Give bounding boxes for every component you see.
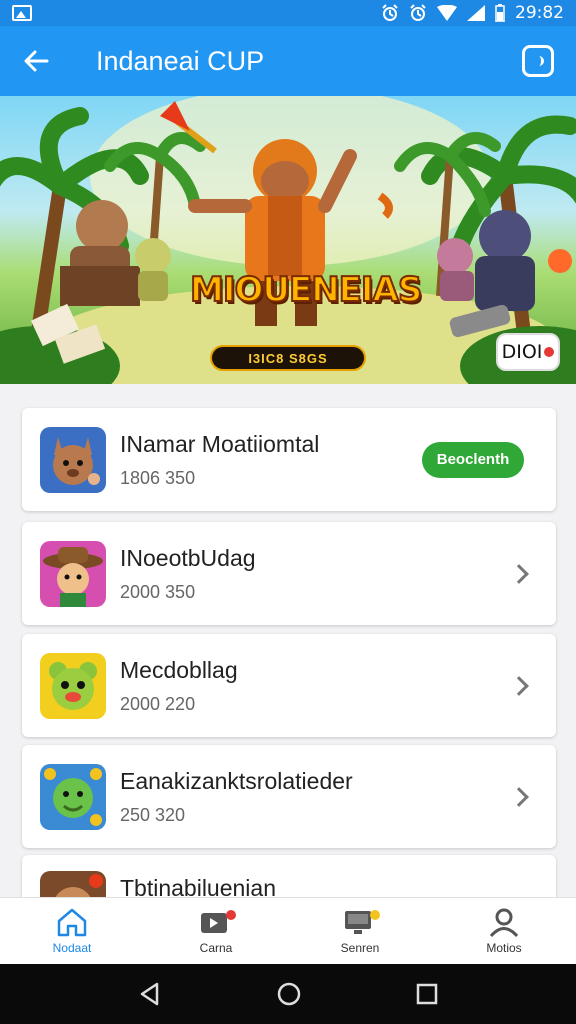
bear-icon	[40, 652, 106, 719]
signal-icon	[467, 5, 485, 21]
kangaroo-icon	[40, 426, 106, 493]
featured-banner[interactable]: MIOUENEIAS	[0, 96, 576, 384]
nav-item-monitor[interactable]: Senren	[288, 898, 432, 964]
gallery-icon	[12, 5, 32, 21]
wifi-icon	[437, 5, 457, 21]
banner-badge: DIOI	[496, 333, 560, 371]
game-stats: 1806 350	[120, 467, 196, 488]
banner-artwork	[0, 96, 576, 384]
app-bar: Indaneai CUP	[0, 26, 576, 96]
game-stats: 2000 220	[120, 693, 196, 714]
chevron-right-icon[interactable]	[509, 675, 529, 696]
nav-label: Motios	[486, 941, 522, 955]
back-button[interactable]	[6, 26, 66, 96]
back-triangle-icon[interactable]	[137, 981, 163, 1007]
game-name: Tbtinabiluenian	[120, 875, 277, 897]
alarm-icon	[410, 4, 426, 21]
status-bar: 29:82	[0, 0, 576, 26]
game-name: Eanakizanktsrolatieder	[120, 767, 353, 794]
square-action-icon[interactable]	[522, 45, 554, 77]
page-title: Indaneai CUP	[96, 45, 265, 76]
system-nav-bar	[0, 964, 576, 1024]
nav-label: Carna	[199, 941, 233, 955]
profile-icon	[489, 908, 519, 937]
game-name: Mecdobllag	[120, 656, 238, 683]
battery-icon	[495, 4, 505, 22]
list-item[interactable]: INoeotbUdag 2000 350	[22, 522, 556, 625]
notification-badge-icon	[370, 910, 380, 920]
nav-label: Senren	[340, 941, 380, 955]
back-arrow-icon	[24, 50, 49, 72]
home-icon	[57, 908, 87, 937]
game-name: INoeotbUdag	[120, 544, 256, 571]
list-item[interactable]: Eanakizanktsrolatieder 250 320	[22, 745, 556, 848]
chevron-right-icon[interactable]	[509, 563, 529, 584]
game-action-button[interactable]: Beoclenth	[422, 441, 524, 478]
bottom-nav: Nodaat Carna Senren Motios	[0, 897, 576, 964]
notification-badge-icon	[226, 910, 236, 920]
recents-square-icon[interactable]	[415, 982, 439, 1006]
alarm-icon	[382, 4, 398, 21]
status-icons: 29:82	[381, 3, 564, 23]
home-circle-icon[interactable]	[276, 981, 302, 1007]
cowboy-icon	[40, 540, 106, 607]
game-stats: 2000 350	[120, 581, 196, 602]
nav-item-profile[interactable]: Motios	[432, 898, 576, 964]
chevron-right-icon[interactable]	[509, 786, 529, 807]
game-name: INamar Moatiiomtal	[120, 430, 320, 457]
banner-pill[interactable]: I3IC8 S8GS	[210, 345, 366, 371]
list-item[interactable]: Tbtinabiluenian	[22, 855, 556, 897]
game-stats: 250 320	[120, 804, 186, 825]
nav-item-games[interactable]: Carna	[144, 898, 288, 964]
status-time: 29:82	[515, 3, 564, 23]
warrior-icon	[40, 871, 106, 897]
nav-label: Nodaat	[52, 941, 92, 955]
list-item[interactable]: Mecdobllag 2000 220	[22, 634, 556, 737]
banner-logo: MIOUENEIAS	[189, 269, 423, 311]
badge-dot-icon	[544, 347, 555, 357]
nav-item-home[interactable]: Nodaat	[0, 898, 144, 964]
list-item[interactable]: INamar Moatiiomtal 1806 350 Beoclenth	[22, 408, 556, 511]
banner-badge-label: DIOI	[501, 341, 543, 363]
goblin-icon	[40, 763, 106, 830]
